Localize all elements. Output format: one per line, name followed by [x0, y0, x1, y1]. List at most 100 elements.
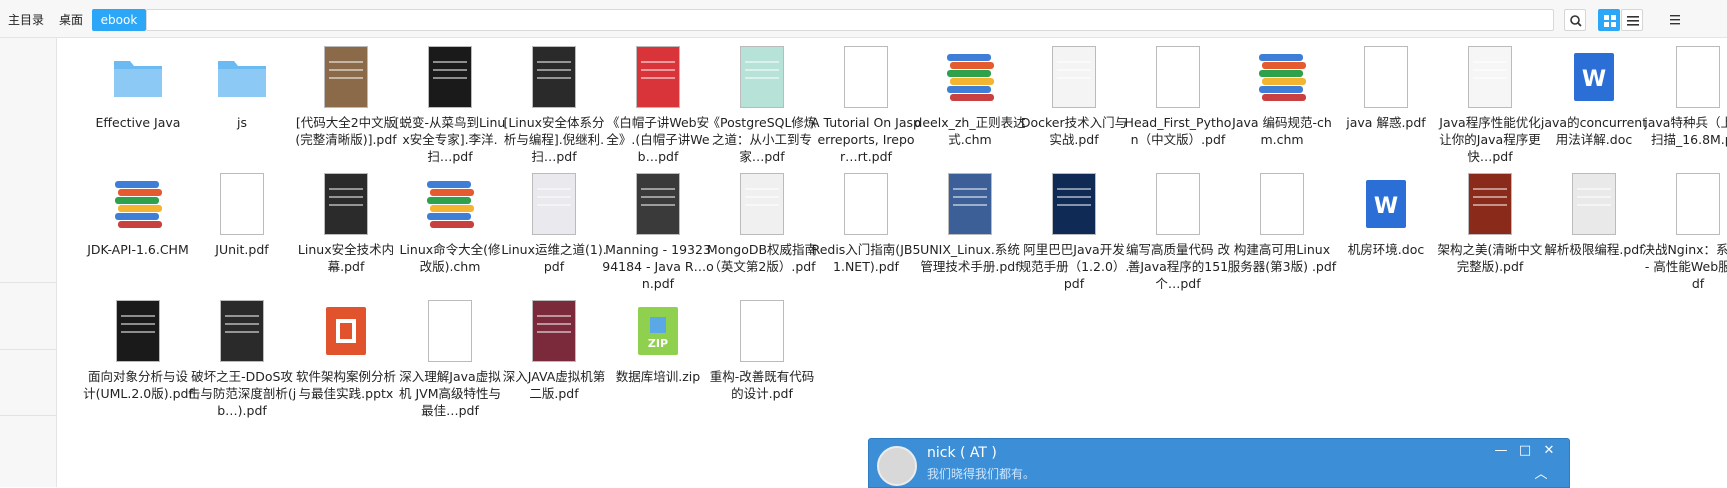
file-name: JDK-API-1.6.CHM [87, 242, 189, 257]
file-item[interactable]: java 解惑.pdf [1336, 40, 1436, 168]
breadcrumb-desktop[interactable]: 桌面 [54, 9, 88, 31]
file-name: java的concurrent用法详解.doc [1540, 115, 1648, 147]
pdf-cover-icon [192, 300, 292, 362]
chm-books-icon [1232, 46, 1332, 108]
file-item[interactable]: UNIX_Linux.系统管理技术手册.pdf [920, 167, 1020, 295]
file-item[interactable]: Wjava的concurrent用法详解.doc [1541, 40, 1647, 168]
file-item[interactable]: W 机房环境.doc [1336, 167, 1436, 295]
file-item[interactable]: 重构-改善既有代码的设计.pdf [710, 294, 814, 422]
file-item[interactable]: java特种兵（上）_扫描_16.8M.pdf [1644, 40, 1727, 168]
chevron-up-icon[interactable]: ︿ [1533, 467, 1549, 483]
file-item[interactable]: MongoDB权威指南（英文第2版）.pdf [707, 167, 817, 295]
file-item[interactable]: 软件架构案例分析与最佳实践.pptx [296, 294, 396, 422]
file-name: java特种兵（上）_扫描_16.8M.pdf [1644, 115, 1727, 147]
file-item[interactable]: Linux运维之道(1).pdf [501, 167, 607, 295]
file-name: 深入理解Java虚拟机 JVM高级特性与最佳…pdf [399, 369, 501, 418]
file-item[interactable]: [代码大全2中文版(完整清晰版)].pdf [295, 40, 397, 168]
file-name: UNIX_Linux.系统管理技术手册.pdf [920, 242, 1020, 274]
file-item[interactable]: 深入理解Java虚拟机 JVM高级特性与最佳…pdf [399, 294, 501, 422]
file-item[interactable]: 面向对象分析与设计(UML.2.0版).pdf [83, 294, 193, 422]
pdf-cover-icon [88, 300, 188, 362]
file-item[interactable]: 《PostgreSQL修炼之道：从小工到专家…pdf [708, 40, 816, 168]
file-item[interactable]: Linux安全技术内幕.pdf [296, 167, 396, 295]
chat-message: 我们晓得我们都有。 [927, 467, 1036, 481]
file-item[interactable]: js [192, 40, 292, 168]
file-name: 重构-改善既有代码的设计.pdf [709, 369, 815, 401]
file-item[interactable]: 编写高质量代码 改善Java程序的151个…pdf [1126, 167, 1230, 295]
pdf-cover-icon [1336, 46, 1436, 108]
menu-button[interactable] [1664, 9, 1686, 31]
grid-view-button[interactable] [1598, 9, 1620, 31]
pdf-cover-icon [1232, 173, 1332, 235]
file-item[interactable]: 构建高可用Linux 服务器(第3版) .pdf [1228, 167, 1336, 295]
file-item[interactable]: A Tutorial On Jasperreports, Irepor…rt.p… [811, 40, 921, 168]
pdf-cover-icon [1544, 173, 1644, 235]
file-item[interactable]: 阿里巴巴Java开发规范手册（1.2.0）.pdf [1019, 167, 1129, 295]
file-item[interactable]: Java 编码规范-chm.chm [1232, 40, 1332, 168]
word-doc-icon: W [1544, 46, 1644, 108]
search-button[interactable] [1564, 9, 1586, 31]
file-item[interactable]: JUnit.pdf [192, 167, 292, 295]
chm-books-icon [400, 173, 500, 235]
file-name: Java程序性能优化 让你的Java程序更快…pdf [1439, 115, 1541, 164]
toolbar: 主目录 桌面 ebook [0, 0, 1727, 38]
pdf-cover-icon [400, 46, 500, 108]
file-name: Linux运维之道(1).pdf [501, 242, 607, 274]
pdf-cover-icon [1440, 46, 1540, 108]
chat-notification[interactable]: nick ( AT ) 我们晓得我们都有。 — □ ✕ ︿ [868, 438, 1570, 488]
close-icon[interactable]: ✕ [1541, 443, 1557, 459]
svg-text:ZIP: ZIP [648, 337, 668, 350]
file-item[interactable]: 破坏之王-DDoS攻击与防范深度剖析(jb…).pdf [188, 294, 296, 422]
pdf-cover-icon [1128, 46, 1228, 108]
file-name: 面向对象分析与设计(UML.2.0版).pdf [83, 369, 193, 401]
list-view-icon [1627, 16, 1639, 26]
path-input[interactable] [146, 9, 1554, 31]
file-name: 机房环境.doc [1347, 242, 1425, 257]
file-name: 编写高质量代码 改善Java程序的151个…pdf [1126, 242, 1230, 291]
file-name: 软件架构案例分析与最佳实践.pptx [295, 369, 396, 401]
file-name: 数据库培训.zip [615, 369, 701, 384]
file-name: 破坏之王-DDoS攻击与防范深度剖析(jb…).pdf [187, 369, 297, 418]
file-item[interactable]: Java程序性能优化 让你的Java程序更快…pdf [1439, 40, 1541, 168]
file-name: Docker技术入门与实战.pdf [1020, 115, 1128, 147]
file-item[interactable]: Docker技术入门与实战.pdf [1021, 40, 1127, 168]
file-item[interactable]: Head_First_Python（中文版）.pdf [1125, 40, 1231, 168]
list-view-button[interactable] [1621, 9, 1643, 31]
chm-books-icon [920, 46, 1020, 108]
folder-icon [192, 46, 292, 108]
file-item[interactable]: Redis入门指南(JB51.NET).pdf [812, 167, 920, 295]
file-item[interactable]: ZIP 数据库培训.zip [608, 294, 708, 422]
file-item[interactable]: [蜕变-从菜鸟到Linux安全专家].李洋.扫…pdf [395, 40, 505, 168]
pdf-cover-icon [712, 46, 812, 108]
file-item[interactable]: Manning - 1932394184 - Java R…on.pdf [602, 167, 714, 295]
file-item[interactable]: JDK-API-1.6.CHM [87, 167, 189, 295]
file-item[interactable]: Effective Java [88, 40, 188, 168]
pdf-cover-icon [504, 46, 604, 108]
pdf-cover-icon [712, 300, 812, 362]
file-item[interactable]: 决战Nginx：系统卷 - 高性能Web服…pdf [1642, 167, 1727, 295]
sidebar-divider [0, 349, 57, 350]
file-item[interactable]: [Linux安全体系分析与编程].倪继利.扫…pdf [503, 40, 605, 168]
file-item[interactable]: 架构之美(清晰中文完整版).pdf [1438, 167, 1542, 295]
file-item[interactable]: deelx_zh_正则表达式.chm [914, 40, 1026, 168]
folder-icon [88, 46, 188, 108]
file-item[interactable]: Linux命令大全(修改版).chm [399, 167, 501, 295]
office-pptx-icon [296, 300, 396, 362]
file-item[interactable]: 深入JAVA虚拟机第二版.pdf [503, 294, 605, 422]
file-name: 解析极限编程.pdf [1544, 242, 1644, 257]
sidebar [0, 38, 57, 487]
pdf-cover-icon [1648, 46, 1727, 108]
pdf-cover-icon [1440, 173, 1540, 235]
avatar [877, 446, 917, 486]
file-item[interactable]: 解析极限编程.pdf [1544, 167, 1644, 295]
breadcrumb-home[interactable]: 主目录 [0, 9, 48, 31]
file-name: deelx_zh_正则表达式.chm [914, 115, 1026, 147]
breadcrumb-current[interactable]: ebook [92, 9, 146, 31]
file-item[interactable]: 《白帽子讲Web安全》.(白帽子讲Web…pdf [606, 40, 710, 168]
file-name: A Tutorial On Jasperreports, Irepor…rt.p… [811, 115, 921, 164]
file-name: JUnit.pdf [215, 242, 269, 257]
maximize-icon[interactable]: □ [1517, 443, 1533, 459]
pdf-cover-icon [816, 173, 916, 235]
minimize-icon[interactable]: — [1493, 443, 1509, 459]
file-name: 架构之美(清晰中文完整版).pdf [1437, 242, 1543, 274]
